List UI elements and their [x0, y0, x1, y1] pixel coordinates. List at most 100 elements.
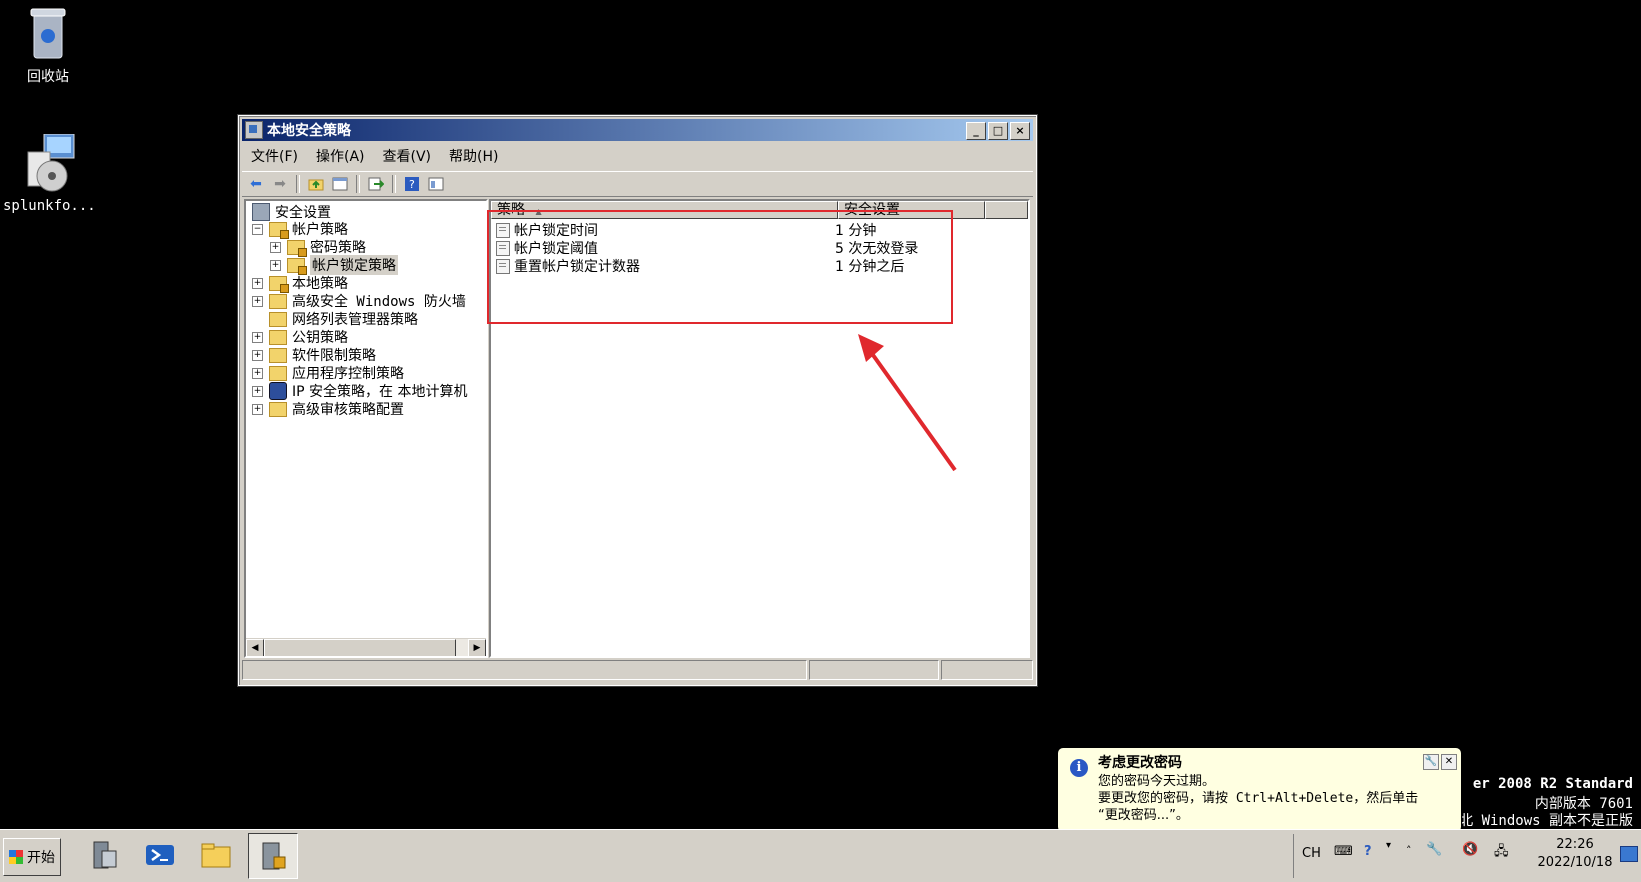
- options-icon[interactable]: ▾: [1386, 840, 1391, 851]
- taskbar-app-explorer[interactable]: [192, 833, 240, 877]
- windows-watermark-line3: 北 Windows 副本不是正版: [1459, 813, 1633, 829]
- up-folder-icon[interactable]: [306, 175, 326, 193]
- tree-item-ip-security[interactable]: + IP 安全策略，在 本地计算机: [252, 382, 467, 400]
- password-expiry-balloon[interactable]: i 考虑更改密码 您的密码今天过期。 要更改您的密码，请按 Ctrl+Alt+D…: [1057, 747, 1462, 833]
- help-icon[interactable]: ?: [1364, 844, 1372, 859]
- action-center-icon[interactable]: 🔧: [1426, 842, 1442, 857]
- menu-file[interactable]: 文件(F): [242, 146, 307, 166]
- ip-security-icon: [269, 382, 287, 400]
- expand-icon[interactable]: +: [252, 403, 263, 415]
- installer-icon: [20, 133, 76, 194]
- status-cell-main: [242, 660, 807, 680]
- toolbar: ⬅ ➡ ?: [242, 171, 1033, 197]
- folder-icon: [269, 311, 287, 327]
- folder-icon: [201, 843, 231, 868]
- start-button[interactable]: 开始: [3, 838, 61, 876]
- show-hide-tree-icon[interactable]: [330, 175, 350, 193]
- taskbar-app-local-security-policy[interactable]: [248, 833, 298, 879]
- folder-icon: [269, 293, 287, 309]
- tree-item-account-policies[interactable]: − 帐户策略: [252, 220, 348, 239]
- folder-icon: [269, 275, 289, 293]
- powershell-icon: [146, 845, 174, 865]
- tree-item-firewall[interactable]: + 高级安全 Windows 防火墙: [252, 292, 466, 310]
- folder-icon: [287, 239, 307, 257]
- taskbar-app-server-manager[interactable]: [80, 833, 128, 877]
- window-title: 本地安全策略: [267, 123, 351, 139]
- tree-horizontal-scrollbar[interactable]: ◀ ▶: [246, 638, 486, 656]
- status-bar: [242, 660, 1033, 682]
- clock-date: 2022/10/18: [1537, 855, 1613, 870]
- info-icon: i: [1070, 759, 1088, 777]
- taskbar-app-powershell[interactable]: [136, 833, 184, 877]
- tree-item-account-lockout-policy[interactable]: + 帐户锁定策略: [270, 255, 398, 275]
- show-hidden-icons[interactable]: ˄: [1406, 844, 1412, 857]
- folder-icon: [269, 329, 287, 345]
- menu-view[interactable]: 查看(V): [374, 146, 441, 166]
- status-cell-3: [941, 660, 1033, 680]
- start-label: 开始: [27, 850, 55, 866]
- scroll-left-button[interactable]: ◀: [246, 639, 264, 656]
- server-manager-icon: [93, 841, 117, 869]
- taskbar-clock[interactable]: 22:26 2022/10/18: [1530, 836, 1620, 872]
- tree-item-app-control[interactable]: + 应用程序控制策略: [252, 364, 404, 382]
- folder-icon: [269, 347, 287, 363]
- properties-icon[interactable]: [426, 175, 446, 193]
- toolbar-separator: [296, 175, 300, 193]
- expand-icon[interactable]: +: [252, 295, 263, 307]
- language-indicator[interactable]: CH: [1302, 846, 1321, 861]
- tree-item-public-key-policies[interactable]: + 公钥策略: [252, 328, 348, 346]
- folder-icon: [269, 365, 287, 381]
- app-icon: [245, 121, 263, 139]
- annotation-arrow: [858, 334, 957, 472]
- desktop-icon-splunkforwarder[interactable]: splunkfo...: [3, 133, 96, 214]
- expand-icon[interactable]: +: [252, 349, 263, 361]
- tree-item-advanced-audit[interactable]: + 高级审核策略配置: [252, 400, 404, 418]
- security-settings-icon: [252, 203, 270, 221]
- taskbar: 开始 CH ⌨ ? ▾ ˄ 🔧 🔇 🖧 22:26 2022/10/18: [0, 829, 1641, 882]
- tree-item-software-restriction[interactable]: + 软件限制策略: [252, 346, 376, 364]
- title-bar[interactable]: 本地安全策略 _ □ ×: [242, 119, 1033, 141]
- desktop-icon-label: 回收站: [27, 69, 69, 85]
- maximize-button[interactable]: □: [988, 122, 1008, 140]
- balloon-options-icon[interactable]: 🔧: [1423, 754, 1439, 770]
- clock-time: 22:26: [1556, 837, 1594, 852]
- tree-item-network-list-manager[interactable]: 网络列表管理器策略: [252, 310, 418, 328]
- volume-muted-icon[interactable]: 🔇: [1462, 842, 1478, 857]
- close-button[interactable]: ×: [1010, 122, 1030, 140]
- status-cell-2: [809, 660, 939, 680]
- toolbar-separator: [356, 175, 360, 193]
- svg-text:?: ?: [409, 178, 415, 191]
- menu-help[interactable]: 帮助(H): [440, 146, 507, 166]
- expand-icon[interactable]: +: [252, 367, 263, 379]
- forward-arrow-icon[interactable]: ➡: [270, 175, 290, 193]
- show-desktop-button[interactable]: [1620, 846, 1638, 862]
- tree-item-local-policies[interactable]: + 本地策略: [252, 274, 348, 293]
- balloon-close-icon[interactable]: ✕: [1441, 754, 1457, 770]
- expand-icon[interactable]: +: [252, 331, 263, 343]
- security-policy-icon: [262, 842, 286, 870]
- annotation-highlight-box: [487, 210, 953, 324]
- expand-icon[interactable]: +: [252, 385, 263, 397]
- expand-icon[interactable]: +: [270, 241, 281, 253]
- help-icon[interactable]: ?: [402, 175, 422, 193]
- toolbar-separator: [392, 175, 396, 193]
- scroll-right-button[interactable]: ▶: [468, 639, 486, 656]
- desktop-icon-label: splunkfo...: [3, 198, 96, 214]
- desktop-icon-recycle-bin[interactable]: 回收站: [3, 6, 93, 86]
- scroll-thumb[interactable]: [264, 639, 456, 656]
- collapse-icon[interactable]: −: [252, 223, 263, 235]
- export-list-icon[interactable]: [366, 175, 386, 193]
- minimize-button[interactable]: _: [966, 122, 986, 140]
- tree-item-password-policy[interactable]: + 密码策略: [270, 238, 366, 257]
- back-arrow-icon[interactable]: ⬅: [246, 175, 266, 193]
- folder-icon: [287, 257, 307, 275]
- expand-icon[interactable]: +: [270, 259, 281, 271]
- folder-icon: [269, 221, 289, 239]
- menu-action[interactable]: 操作(A): [307, 146, 374, 166]
- network-icon[interactable]: 🖧: [1494, 842, 1509, 864]
- keyboard-icon[interactable]: ⌨: [1334, 844, 1353, 859]
- console-tree: 安全设置 − 帐户策略 + 密码策略 + 帐户锁定策略 + 本地策略 + 高级安…: [244, 199, 488, 658]
- expand-icon[interactable]: +: [252, 277, 263, 289]
- column-header-spacer: [985, 201, 1028, 219]
- windows-logo-icon: [9, 850, 23, 864]
